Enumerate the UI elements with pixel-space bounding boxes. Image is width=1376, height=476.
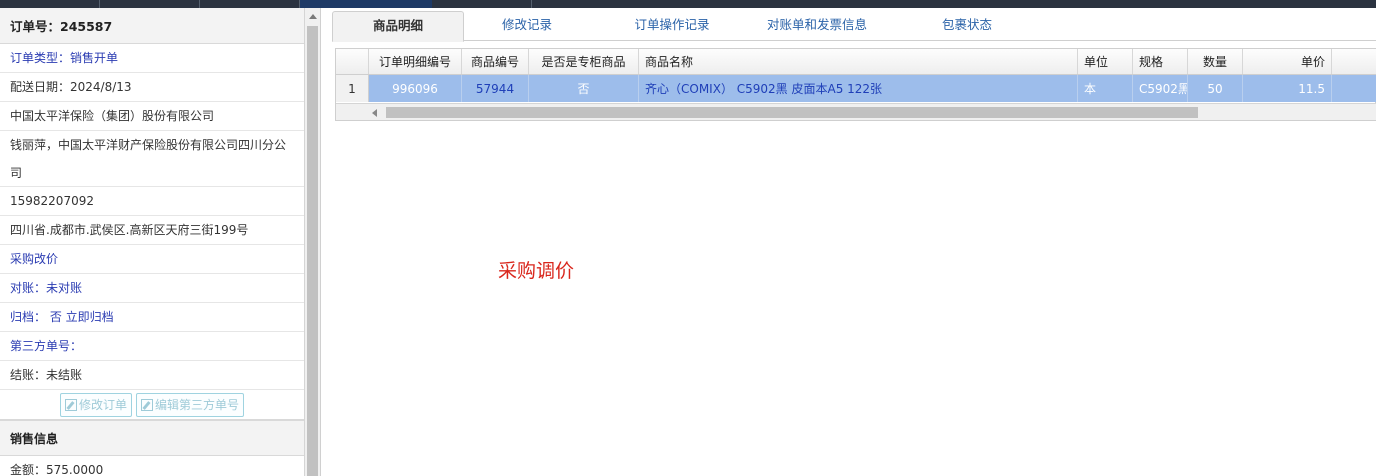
tab-package-status[interactable]: 包裹状态 [902,11,1032,41]
table-row[interactable]: 1 996096 57944 否 齐心（COMIX） C5902黑 皮面本A5 … [336,75,1376,102]
tab-product-detail[interactable]: 商品明细 [332,11,464,42]
col-price[interactable]: 单价 [1243,49,1332,74]
left-panel-scrollbar[interactable] [305,8,321,476]
col-spec[interactable]: 规格 [1133,49,1188,74]
col-product-id[interactable]: 商品编号 [462,49,529,74]
edit-third-party-label: 编辑第三方单号 [155,397,240,412]
delivery-date: 配送日期：2024/8/13 [0,73,304,102]
cell-spec: C5902黑 [1133,75,1188,102]
row-index: 1 [336,75,369,102]
col-is-counter[interactable]: 是否是专柜商品 [529,49,639,74]
sales-amount: 金额：575.0000 [0,456,304,476]
scroll-thumb[interactable] [386,107,1198,118]
scroll-up-arrow-icon[interactable] [309,14,317,19]
order-number-header: 订单号：245587 [0,8,304,44]
cell-detail-id: 996096 [369,75,462,102]
scroll-thumb[interactable] [307,26,318,476]
order-actions: 修改订单 编辑第三方单号 [0,390,304,420]
tab-order-operation-log[interactable]: 订单操作记录 [612,11,732,41]
col-product-name[interactable]: 商品名称 [639,49,1078,74]
third-party-number: 第三方单号： [0,332,304,361]
col-qty[interactable]: 数量 [1188,49,1243,74]
col-detail-id[interactable]: 订单明细编号 [369,49,462,74]
cell-product-name[interactable]: 齐心（COMIX） C5902黑 皮面本A5 122张 [639,75,1078,102]
row-number-header [336,49,369,74]
cell-price: 11.5 [1243,75,1332,102]
cell-unit: 本 [1078,75,1133,102]
cell-filler [1332,75,1376,102]
scroll-left-arrow-icon[interactable] [372,109,377,117]
cell-is-counter: 否 [529,75,639,102]
col-filler [1332,49,1376,74]
top-strip [0,0,1376,8]
archive-status[interactable]: 归档： 否 立即归档 [0,303,304,332]
delivery-address: 四川省.成都市.武侯区.高新区天府三街199号 [0,216,304,245]
detail-panel: 商品明细 修改记录 订单操作记录 对账单和发票信息 包裹状态 订单明细编号 商品… [322,8,1376,476]
company-name: 中国太平洋保险（集团）股份有限公司 [0,102,304,131]
tab-statement-invoice[interactable]: 对账单和发票信息 [742,11,892,41]
tab-modify-log[interactable]: 修改记录 [472,11,582,41]
product-grid: 订单明细编号 商品编号 是否是专柜商品 商品名称 单位 规格 数量 单价 1 9… [335,48,1376,121]
purchase-price-change-link[interactable]: 采购改价 [0,245,304,274]
edit-order-button[interactable]: 修改订单 [59,392,132,417]
edit-icon [64,398,77,411]
reconciliation-status[interactable]: 对账：未对账 [0,274,304,303]
grid-horizontal-scrollbar[interactable] [336,103,1376,120]
order-type: 订单类型：销售开单 [0,44,304,73]
grid-header: 订单明细编号 商品编号 是否是专柜商品 商品名称 单位 规格 数量 单价 [336,49,1376,75]
cell-product-id-link[interactable]: 57944 [462,75,529,102]
detail-tabs: 商品明细 修改记录 订单操作记录 对账单和发票信息 包裹状态 [332,11,1376,42]
cell-qty: 50 [1188,75,1243,102]
edit-icon [141,398,153,411]
order-info-panel: 订单号：245587 订单类型：销售开单 配送日期：2024/8/13 中国太平… [0,8,305,476]
phone-number: 15982207092 [0,187,304,216]
settlement-status: 结账：未结账 [0,361,304,390]
col-unit[interactable]: 单位 [1078,49,1133,74]
contact-info: 钱丽萍，中国太平洋财产保险股份有限公司四川分公司 [0,131,304,187]
edit-order-label: 修改订单 [78,397,127,412]
sales-info-header: 销售信息 [0,420,304,456]
annotation-label: 采购调价 [498,260,575,282]
edit-third-party-button[interactable]: 编辑第三方单号 [136,392,245,417]
